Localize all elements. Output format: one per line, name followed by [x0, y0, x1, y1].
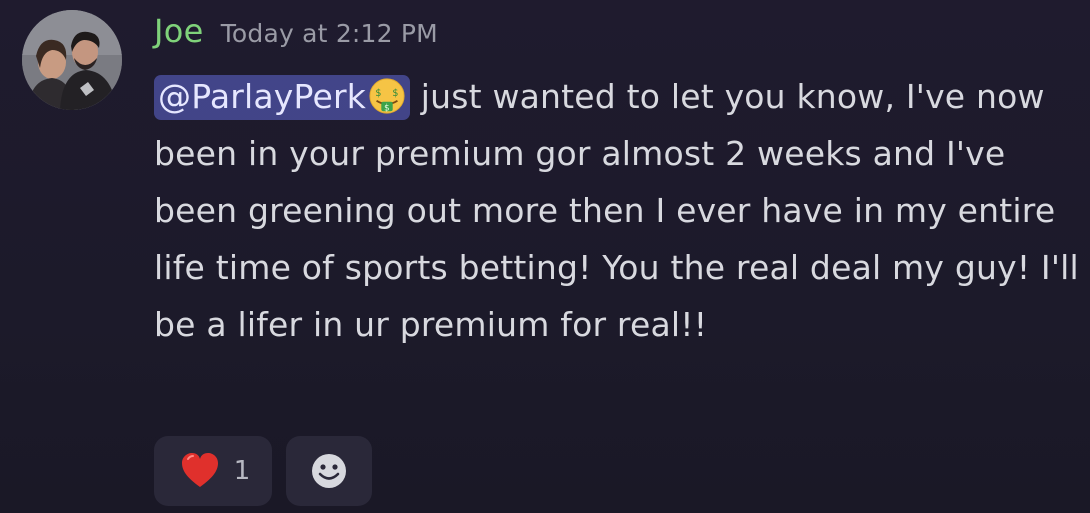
heart-reaction-button[interactable]: 1	[154, 436, 272, 506]
mention-text: @ParlayPerk	[158, 77, 367, 116]
message-content: @ParlayPerk $ $ $ just wanted to let you…	[154, 68, 1079, 353]
user-mention[interactable]: @ParlayPerk $ $ $	[154, 75, 411, 120]
svg-text:$: $	[384, 103, 390, 113]
reactions-bar: 1	[154, 436, 372, 506]
smiley-face-icon	[312, 454, 346, 488]
add-reaction-button[interactable]	[286, 436, 372, 506]
message-header: Joe Today at 2:12 PM	[154, 12, 438, 50]
user-avatar[interactable]	[22, 10, 122, 110]
author-name[interactable]: Joe	[154, 12, 204, 50]
money-mouth-face-icon: $ $ $	[369, 78, 405, 114]
svg-text:$: $	[375, 88, 381, 99]
reaction-count: 1	[233, 456, 251, 486]
message-timestamp: Today at 2:12 PM	[220, 19, 438, 48]
svg-text:$: $	[392, 88, 398, 99]
avatar-photo	[22, 10, 122, 110]
red-heart-icon	[181, 453, 218, 487]
